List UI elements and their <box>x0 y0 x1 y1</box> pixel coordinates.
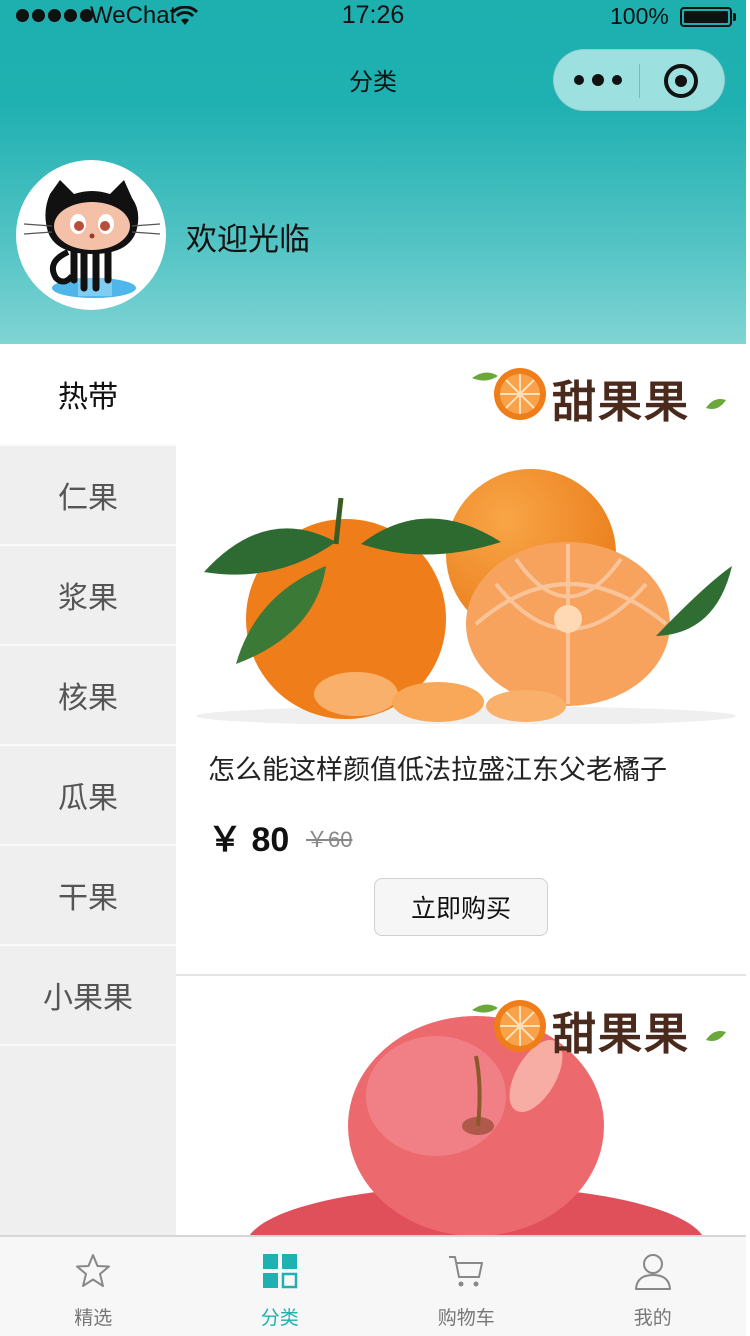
sidebar-item-label: 干果 <box>58 881 118 916</box>
tab-label: 购物车 <box>437 1307 495 1329</box>
battery-icon <box>680 7 736 27</box>
category-grid-icon <box>262 1254 297 1289</box>
tab-featured[interactable]: 精选 <box>0 1237 187 1336</box>
header-area: WeChat 17:26 100% 分类 欢迎光临 <box>0 0 746 344</box>
sidebar-item-dried[interactable]: 干果 <box>0 846 176 946</box>
sidebar-item-small[interactable]: 小果果 <box>0 946 176 1046</box>
product-list[interactable]: 甜果果 怎么能这样颜值低法拉盛江东父老橘子 ￥ 80 ￥60 立即购买 甜果果 <box>176 344 746 1235</box>
close-circle-icon[interactable] <box>664 64 698 98</box>
tab-label: 我的 <box>633 1307 672 1329</box>
sidebar-item-label: 仁果 <box>58 481 118 516</box>
sidebar-item-pome[interactable]: 仁果 <box>0 446 176 546</box>
capsule-divider <box>639 64 640 98</box>
tab-label: 精选 <box>74 1307 113 1329</box>
sidebar-item-label: 瓜果 <box>58 781 118 816</box>
brand-name: 甜果果 <box>552 1009 690 1060</box>
sidebar-item-label: 热带 <box>58 380 118 415</box>
status-bar: WeChat 17:26 100% <box>0 0 746 34</box>
octocat-avatar <box>23 180 161 298</box>
product-price: ￥ 80 <box>208 821 290 859</box>
tab-label: 分类 <box>260 1307 299 1329</box>
sidebar-item-berry[interactable]: 浆果 <box>0 546 176 646</box>
star-icon <box>76 1254 111 1287</box>
product-old-price: ￥60 <box>306 827 353 852</box>
orange-slice-icon <box>472 1000 546 1052</box>
orange-slice-icon <box>472 368 546 420</box>
brand-logo: 甜果果 <box>468 996 728 1060</box>
sidebar-item-drupe[interactable]: 核果 <box>0 646 176 746</box>
sidebar-item-tropical[interactable]: 热带 <box>0 344 176 446</box>
sidebar-item-melon[interactable]: 瓜果 <box>0 746 176 846</box>
user-icon <box>634 1254 671 1290</box>
buy-now-button[interactable]: 立即购买 <box>374 878 548 936</box>
tab-category[interactable]: 分类 <box>187 1237 374 1336</box>
brand-name: 甜果果 <box>552 377 690 428</box>
sidebar-item-label: 浆果 <box>58 581 118 616</box>
more-dots-icon[interactable] <box>574 50 640 110</box>
leaf-icon <box>706 399 726 409</box>
brand-logo: 甜果果 <box>468 364 728 428</box>
welcome-text: 欢迎光临 <box>186 222 310 258</box>
tab-cart[interactable]: 购物车 <box>373 1237 560 1336</box>
battery-percent: 100% <box>610 3 669 29</box>
cart-icon <box>449 1256 484 1287</box>
leaf-icon <box>706 1031 726 1041</box>
tab-bar: 精选 分类 购物车 我的 <box>0 1235 746 1336</box>
product-card[interactable]: 甜果果 <box>176 976 746 1235</box>
avatar[interactable] <box>16 160 166 310</box>
product-title: 怎么能这样颜值低法拉盛江东父老橘子 <box>208 755 667 786</box>
sidebar-item-label: 小果果 <box>43 981 133 1016</box>
category-sidebar: 热带 仁果 浆果 核果 瓜果 干果 小果果 <box>0 344 176 1235</box>
product-card[interactable]: 甜果果 怎么能这样颜值低法拉盛江东父老橘子 ￥ 80 ￥60 立即购买 <box>176 344 746 976</box>
menu-capsule <box>553 49 725 111</box>
sidebar-item-label: 核果 <box>58 681 118 716</box>
tab-me[interactable]: 我的 <box>560 1237 747 1336</box>
